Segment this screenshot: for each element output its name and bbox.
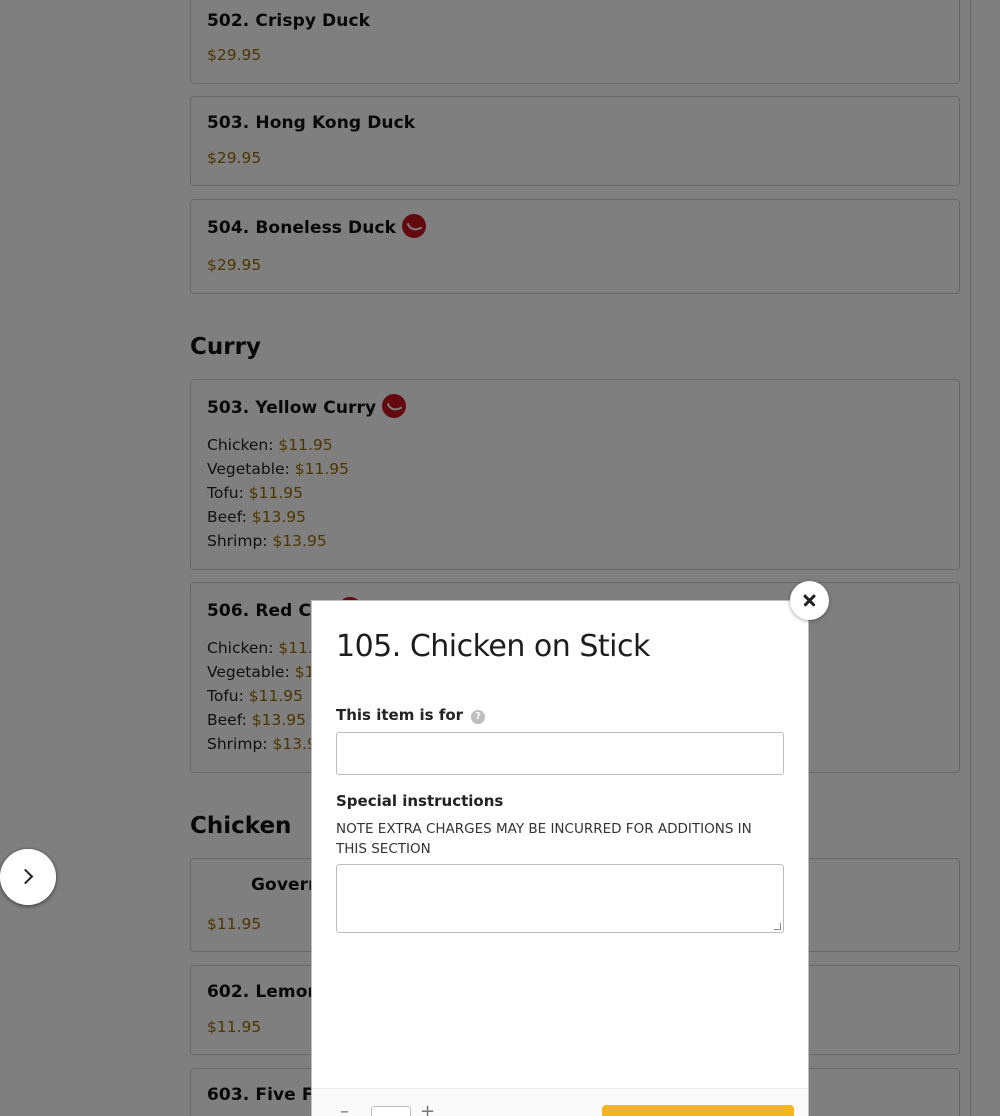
add-to-order-button[interactable] <box>602 1105 794 1116</box>
help-icon[interactable]: ? <box>471 710 486 724</box>
quantity-increase-button[interactable]: + <box>420 1103 438 1116</box>
modal-title: 105. Chicken on Stick <box>336 629 650 664</box>
special-instructions-note: NOTE EXTRA CHARGES MAY BE INCURRED FOR A… <box>336 821 752 857</box>
item-for-label: This item is for <box>336 706 464 724</box>
modal-footer: – + <box>312 1088 808 1116</box>
special-instructions-label: Special instructions <box>336 792 504 810</box>
special-instructions-box <box>336 864 784 933</box>
chevron-right-icon[interactable] <box>0 849 56 905</box>
quantity-input[interactable] <box>371 1106 411 1116</box>
resize-handle-icon[interactable] <box>774 923 781 930</box>
close-icon[interactable] <box>790 581 829 620</box>
item-for-input[interactable] <box>337 733 783 774</box>
item-modal: 105. Chicken on Stick This item is for? … <box>311 600 809 1116</box>
special-instructions-textarea[interactable] <box>337 865 783 932</box>
item-for-field-box <box>336 732 784 775</box>
item-for-label-row: This item is for? <box>336 706 486 724</box>
quantity-decrease-button[interactable]: – <box>340 1103 358 1116</box>
